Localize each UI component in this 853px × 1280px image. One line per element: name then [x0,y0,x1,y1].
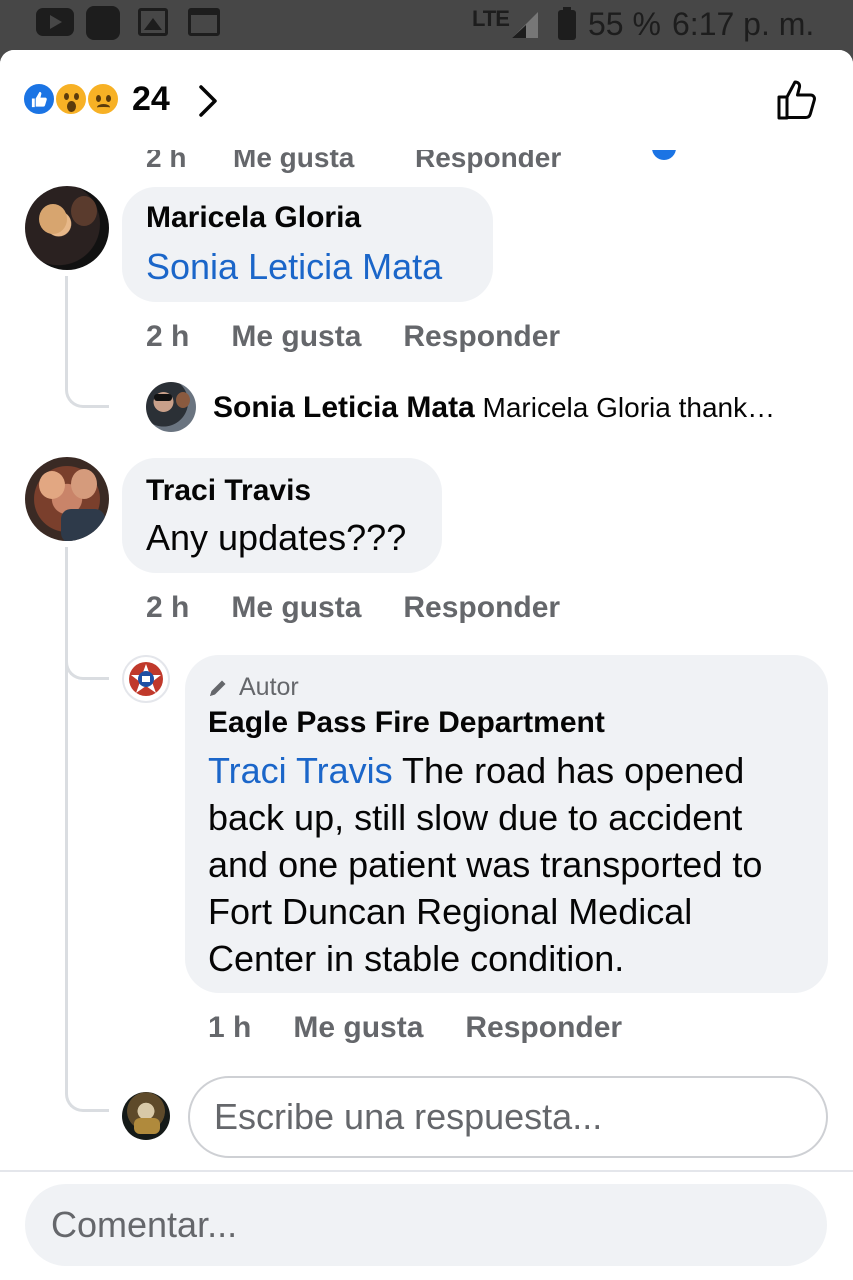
comment-bubble[interactable]: Traci Travis Any updates??? [122,458,442,573]
app-icon [86,6,120,40]
comment-author[interactable]: Traci Travis [146,474,311,508]
thread-curve [65,350,109,408]
author-reply-actions: 1 h Me gusta Responder [208,1011,664,1045]
sonia-avatar[interactable] [146,382,196,432]
reply-preview-text: Maricela Gloria thank… [482,392,776,423]
comment-input[interactable] [51,1204,801,1246]
pencil-icon [210,680,226,696]
comment-reply-button[interactable]: Responder [403,320,560,353]
wow-reaction-icon [54,82,88,116]
like-button-icon[interactable] [776,78,820,122]
reply-input-box[interactable] [188,1076,828,1158]
chevron-right-icon[interactable] [196,84,220,118]
reply-preview[interactable]: Sonia Leticia Mata Maricela Gloria thank… [213,391,775,425]
comment-author[interactable]: Maricela Gloria [146,201,361,235]
thread-curve [65,1060,109,1112]
youtube-icon [36,8,74,36]
comments-sheet: 2 h Me gusta Responder 24 Maricela Glori… [0,50,853,1280]
author-reply-time: 1 h [208,1011,252,1044]
comment-like-button[interactable]: Me gusta [231,320,361,353]
comment-actions: 2 h Me gusta Responder [146,320,602,354]
gallery-icon [138,8,168,36]
like-reaction-icon [22,82,56,116]
comment-reply-button[interactable]: Responder [403,591,560,624]
fire-department-avatar[interactable] [122,655,170,703]
comment-input-box[interactable] [25,1184,827,1266]
battery-percent: 55 % [588,6,661,42]
current-user-avatar[interactable] [122,1092,170,1140]
comment-actions: 2 h Me gusta Responder [146,591,602,625]
divider [0,1170,853,1172]
comment-text: Any updates??? [146,517,407,558]
author-reply-mention[interactable]: Traci Travis [208,750,393,791]
network-type: LTE [472,6,510,31]
reactions-header[interactable]: 24 [0,50,853,150]
calendar-icon [188,8,220,36]
reply-preview-author[interactable]: Sonia Leticia Mata [213,391,475,424]
author-reply-name[interactable]: Eagle Pass Fire Department [208,706,605,740]
author-reply-like-button[interactable]: Me gusta [293,1011,423,1044]
comment-time: 2 h [146,591,190,624]
author-reply-text: Traci Travis The road has opened back up… [208,750,763,979]
clock: 6:17 p. m. [672,6,815,42]
maricela-avatar[interactable] [25,186,109,270]
battery-icon [558,7,576,40]
sad-reaction-icon [86,82,120,116]
reply-input[interactable] [214,1096,804,1138]
thread-curve [65,630,109,680]
traci-avatar[interactable] [25,457,109,541]
status-bar: LTE 55 % 6:17 p. m. [0,0,853,50]
author-reply-reply-button[interactable]: Responder [465,1011,622,1044]
signal-icon [512,12,538,38]
author-badge: Autor [207,673,299,702]
comment-time: 2 h [146,320,190,353]
comment-bubble[interactable]: Maricela Gloria Sonia Leticia Mata [122,187,493,302]
comment-mention[interactable]: Sonia Leticia Mata [146,243,442,290]
author-reply-bubble[interactable]: Autor Eagle Pass Fire Department Traci T… [185,655,828,993]
comment-like-button[interactable]: Me gusta [231,591,361,624]
reaction-count[interactable]: 24 [132,80,170,119]
thread-line [65,547,68,1067]
fire-department-logo-icon [129,662,163,696]
